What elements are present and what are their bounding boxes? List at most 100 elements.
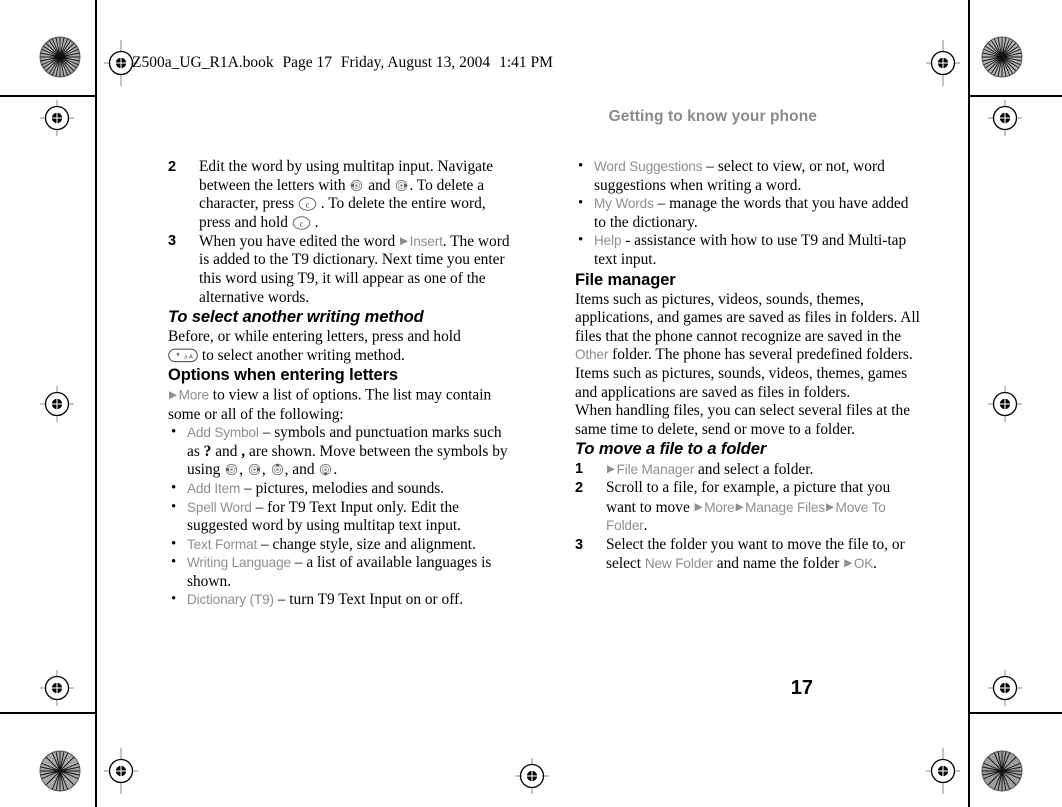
svg-text:*: * xyxy=(176,351,180,361)
page-number: 17 xyxy=(790,677,813,699)
step-number: 3 xyxy=(575,536,584,553)
ui-label: Other xyxy=(575,347,609,363)
option-bullet-item: • Dictionary (T9) – turn T9 Text Input on… xyxy=(168,591,513,610)
registration-mark-bottom-right xyxy=(926,748,960,794)
heading-options-entering-letters: Options when entering letters xyxy=(168,366,398,385)
option-bullet-item: • Writing Language – a list of available … xyxy=(168,554,513,591)
trim-line-top-right xyxy=(968,95,1062,97)
bullet-marker: • xyxy=(171,554,177,571)
registration-mark-right-middle xyxy=(988,386,1022,422)
option-bullet-item: • Help - assistance with how to use T9 an… xyxy=(575,232,920,269)
heading-file-manager: File manager xyxy=(575,270,676,289)
bullet-marker: • xyxy=(171,498,177,515)
joystick-right-icon xyxy=(247,463,262,476)
registration-mark-top-right xyxy=(926,40,960,86)
svg-text:c: c xyxy=(306,201,310,210)
svg-text:a·A: a·A xyxy=(184,354,193,360)
step-item: 2 Edit the word by using multitap input. … xyxy=(168,158,513,232)
symbol-glyph: ? xyxy=(203,442,212,460)
nav-arrow-icon: ▶ xyxy=(400,235,409,248)
step-item: 1 ▶ File Manager and select a folder. xyxy=(575,460,920,479)
nav-arrow-icon: ▶ xyxy=(825,501,835,513)
option-description: – pictures, melodies and sounds. xyxy=(240,479,445,497)
registration-mark-right-lower xyxy=(988,670,1022,706)
option-description: - assistance with how to use T9 and Mult… xyxy=(594,232,907,268)
right-column: • Word Suggestions – select to view, or n… xyxy=(575,158,920,573)
option-label: Help xyxy=(594,233,622,249)
step-text: Select the folder you want to move the f… xyxy=(606,535,905,572)
left-column: 2 Edit the word by using multitap input. … xyxy=(168,158,513,610)
book-file-header: Z500a_UG_R1A.book Page 17 Friday, August… xyxy=(132,54,553,72)
writing-method-paragraph: Before, or while entering letters, press… xyxy=(168,328,461,364)
ui-label: Insert xyxy=(409,233,443,249)
star-key-icon: * a·A xyxy=(168,348,198,363)
heading-move-file-to-folder: To move a file to a folder xyxy=(575,440,767,459)
step-number: 3 xyxy=(168,233,177,250)
nav-arrow-icon: ▶ xyxy=(844,557,853,570)
options-bullet-list: • Add Symbol – symbols and punctuation ma… xyxy=(168,424,513,610)
option-bullet-item: • Text Format – change style, size and al… xyxy=(168,536,513,555)
option-label: Writing Language xyxy=(187,555,291,571)
nav-arrow-icon: ▶ xyxy=(694,501,703,513)
option-bullet-item: • My Words – manage the words that you ha… xyxy=(575,195,920,232)
bullet-marker: • xyxy=(171,479,177,496)
option-bullet-item: • Add Symbol – symbols and punctuation ma… xyxy=(168,424,513,480)
step-text: Edit the word by using multitap input. N… xyxy=(199,158,494,231)
clear-key-icon: c xyxy=(292,216,311,230)
step-text: When you have edited the word ▶ Insert. T… xyxy=(199,232,510,306)
star-target-bottom-right xyxy=(981,750,1023,792)
clear-key-icon: c xyxy=(298,197,317,211)
option-bullet-item: • Add Item – pictures, melodies and sound… xyxy=(168,480,513,499)
step-number: 2 xyxy=(168,159,177,175)
book-filename: Z500a_UG_R1A.book xyxy=(132,54,274,71)
joystick-left-icon xyxy=(349,179,364,192)
nav-arrow-icon: ▶ xyxy=(607,463,616,476)
option-bullet-item: • Spell Word – for T9 Text Input only. Ed… xyxy=(168,499,513,536)
file-manager-paragraph-1: Items such as pictures, videos, sounds, … xyxy=(575,290,920,401)
option-label: Add Item xyxy=(187,480,241,496)
step-text: Scroll to a file, for example, a picture… xyxy=(606,479,891,535)
bullet-marker: • xyxy=(171,535,177,552)
steps-continued-list: 2 Edit the word by using multitap input. … xyxy=(168,158,513,307)
option-label: Spell Word xyxy=(187,499,252,515)
option-label: Dictionary (T9) xyxy=(187,592,274,608)
option-bullet-item: • Word Suggestions – select to view, or n… xyxy=(575,158,920,195)
bullet-marker: • xyxy=(578,195,584,212)
options-bullet-list-continued: • Word Suggestions – select to view, or n… xyxy=(575,158,920,270)
option-label: Word Suggestions xyxy=(594,159,703,174)
joystick-left-icon xyxy=(224,463,239,476)
joystick-right-icon xyxy=(394,179,409,192)
ui-label: More xyxy=(178,387,210,403)
symbol-glyph: , xyxy=(241,442,246,460)
star-target-top-right xyxy=(981,36,1023,78)
bullet-marker: • xyxy=(171,424,177,441)
book-page-label: Page 17 xyxy=(282,54,333,71)
ui-label: More xyxy=(704,499,735,515)
bullet-marker: • xyxy=(578,232,584,249)
nav-arrow-icon: ▶ xyxy=(169,389,178,402)
option-label: My Words xyxy=(594,196,654,212)
ui-label: New Folder xyxy=(644,555,713,571)
bullet-marker: • xyxy=(171,591,177,608)
move-file-steps-list: 1 ▶ File Manager and select a folder. 2 Scro… xyxy=(575,460,920,573)
book-date: Friday, August 13, 2004 xyxy=(340,54,491,71)
joystick-up-icon xyxy=(270,463,285,476)
options-intro-paragraph: ▶ More to view a list of options. The lis… xyxy=(168,386,492,423)
book-time: 1:41 PM xyxy=(499,54,553,71)
step-item: 2 Scroll to a file, for example, a pictur… xyxy=(575,479,920,535)
running-head: Getting to know your phone xyxy=(608,108,817,125)
heading-select-writing-method: To select another writing method xyxy=(168,308,424,327)
step-item: 3 Select the folder you want to move the … xyxy=(575,536,920,574)
ui-label: OK xyxy=(853,555,874,571)
option-description: – turn T9 Text Input on or off. xyxy=(273,591,464,609)
step-number: 1 xyxy=(575,461,584,478)
bullet-marker: • xyxy=(578,158,584,174)
trim-line-right xyxy=(968,0,970,807)
file-manager-paragraph-2: When handling files, you can select seve… xyxy=(575,402,911,438)
ui-label: File Manager xyxy=(616,461,695,477)
trim-line-bottom-right xyxy=(968,712,1062,714)
step-text: ▶ File Manager and select a folder. xyxy=(607,460,814,478)
step-item: 3 When you have edited the word ▶ Insert. … xyxy=(168,232,513,307)
svg-text:c: c xyxy=(299,219,303,228)
option-label: Add Symbol xyxy=(187,425,259,441)
